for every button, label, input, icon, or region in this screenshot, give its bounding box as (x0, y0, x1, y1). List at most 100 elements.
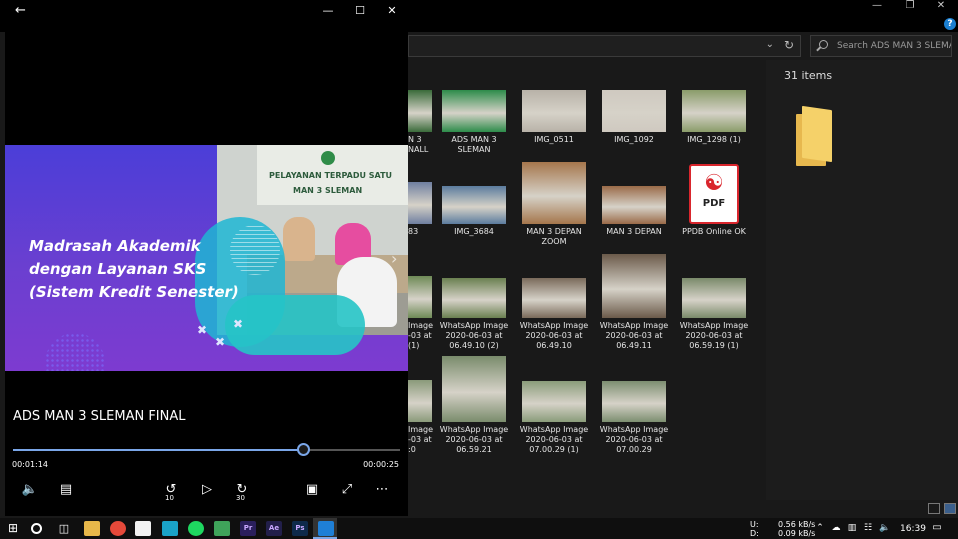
net-up-speed: 0.56 kB/s (778, 520, 816, 529)
video-title: ADS MAN 3 SLEMAN FINAL (13, 409, 186, 424)
more-icon[interactable]: ⋯ (371, 480, 393, 500)
file-thumbnail (522, 278, 586, 318)
file-thumbnail (408, 90, 432, 132)
premiere-icon[interactable]: Pr (240, 521, 256, 536)
maximize-icon[interactable]: ☐ (353, 4, 367, 18)
file-tile[interactable]: IMG_3684 (436, 162, 512, 237)
file-tile[interactable]: MAN 3 DEPAN ZOOM (516, 162, 592, 247)
file-tile[interactable]: WhatsApp Image 2020-06-03 at 07.00.29 (1) (516, 356, 592, 455)
seek-bar[interactable] (13, 443, 400, 456)
emblem-icon (321, 151, 335, 165)
mini-view-icon[interactable]: ▣ (301, 480, 323, 500)
speaker-icon[interactable]: 🔈 (879, 523, 890, 533)
details-view-icon[interactable] (928, 503, 940, 514)
file-thumbnail (522, 90, 586, 132)
help-icon[interactable]: ? (944, 18, 956, 30)
file-tile[interactable]: IMG_0511 (516, 88, 592, 145)
file-thumbnail (602, 186, 666, 224)
start-icon[interactable]: ⊞ (5, 521, 21, 536)
file-tile[interactable]: WhatsApp Image 2020-06-03 at 06.49.10 (2) (436, 254, 512, 351)
movies-tv-icon[interactable] (318, 521, 334, 536)
skip-forward-icon[interactable]: ↻ 30 (231, 480, 253, 502)
file-name: WhatsApp Image 2020-06-03 at 06.49.11 (599, 321, 669, 350)
file-tile[interactable]: 83 (408, 162, 434, 237)
status-bar (408, 500, 958, 518)
file-tile[interactable]: ☯ PDF PPDB Online OK (676, 162, 752, 237)
file-name: WhatsApp Image 2020-06-03 at 06.59.21 (439, 425, 509, 454)
file-thumbnail (442, 186, 506, 224)
file-name: N 3 NALL (408, 135, 429, 154)
spotify-icon[interactable] (188, 521, 204, 536)
file-tile[interactable]: WhatsApp Image 2020-06-03 at 06.49.11 (596, 254, 672, 351)
file-thumbnail (408, 380, 432, 422)
app-icon[interactable] (162, 521, 178, 536)
file-name: Image -03 at:0 (408, 425, 434, 454)
file-thumbnail (602, 254, 666, 318)
item-count: 31 items (784, 69, 833, 82)
net-down-label: D: (750, 529, 759, 538)
chevron-right-icon[interactable]: › (391, 249, 397, 268)
file-tile[interactable]: Image -03 at (1) (408, 254, 434, 351)
file-tile[interactable]: WhatsApp Image 2020-06-03 at 06.59.21 (436, 356, 512, 455)
file-name: IMG_1298 (1) (687, 135, 741, 144)
minimize-icon[interactable]: — (862, 0, 892, 14)
volume-icon[interactable]: 🔈 (19, 480, 41, 500)
preview-pane: 31 items (766, 60, 958, 500)
photoshop-icon[interactable]: Ps (292, 521, 308, 536)
file-tile[interactable]: WhatsApp Image 2020-06-03 at 06.49.10 (516, 254, 592, 351)
address-bar[interactable]: ⌄ ↻ (408, 35, 801, 57)
file-thumbnail (522, 381, 586, 422)
video-frame[interactable]: PELAYANAN TERPADU SATU MAN 3 SLEMAN ✖ ✖ … (5, 145, 408, 371)
file-explorer-icon[interactable] (84, 521, 100, 536)
file-tile[interactable]: IMG_1092 (596, 88, 672, 145)
file-name: WhatsApp Image 2020-06-03 at 07.00.29 (599, 425, 669, 454)
file-tile[interactable]: ADS MAN 3 SLEMAN (436, 88, 512, 155)
pdf-icon: ☯ PDF (689, 164, 739, 224)
file-thumbnail (442, 90, 506, 132)
play-icon[interactable]: ▷ (196, 480, 218, 500)
sign-text: MAN 3 SLEMAN (293, 186, 363, 195)
back-arrow-icon[interactable]: ← (15, 4, 29, 18)
close-icon[interactable]: ✕ (926, 0, 956, 14)
media-icon[interactable] (214, 521, 230, 536)
search-icon (819, 40, 828, 49)
chrome-icon[interactable] (110, 521, 126, 536)
after-effects-icon[interactable]: Ae (266, 521, 282, 536)
desktop: — ❐ ✕ ? ⌄ ↻ Search ADS MAN 3 SLEMAN 31 i… (0, 0, 958, 539)
minimize-icon[interactable]: — (321, 4, 335, 18)
network-icon[interactable]: ▥ (847, 523, 857, 533)
chevron-down-icon[interactable]: ⌄ (766, 39, 774, 50)
file-thumbnail (522, 162, 586, 224)
clock[interactable]: 16:39 (900, 524, 926, 534)
file-name: IMG_1092 (614, 135, 654, 144)
close-icon[interactable]: ✕ (385, 4, 399, 18)
file-tile[interactable]: WhatsApp Image 2020-06-03 at 07.00.29 (596, 356, 672, 455)
task-view-icon[interactable]: ◫ (56, 521, 72, 536)
file-thumbnail (408, 276, 432, 318)
file-tile[interactable]: N 3 NALL (408, 88, 434, 155)
file-tile[interactable]: Image -03 at:0 (408, 356, 434, 455)
file-thumbnail (602, 90, 666, 132)
refresh-icon[interactable]: ↻ (784, 38, 794, 52)
subtitles-icon[interactable]: ▤ (55, 480, 77, 500)
remaining-time: 00:00:25 (363, 460, 399, 469)
large-icons-view-icon[interactable] (944, 503, 956, 514)
pdf-badge: PDF (702, 198, 726, 209)
file-name: WhatsApp Image 2020-06-03 at 06.49.10 (2) (439, 321, 509, 350)
search-placeholder: Search ADS MAN 3 SLEMAN (837, 41, 952, 51)
notification-icon[interactable]: ▭ (932, 523, 942, 533)
search-icon[interactable] (31, 523, 42, 534)
file-tile[interactable]: IMG_1298 (1) (676, 88, 752, 145)
fullscreen-icon[interactable]: ⤢ (336, 480, 358, 500)
file-name: 83 (408, 227, 419, 236)
file-tile[interactable]: MAN 3 DEPAN (596, 162, 672, 237)
skip-back-icon[interactable]: ↺ 10 (160, 480, 182, 502)
restore-icon[interactable]: ❐ (895, 0, 925, 14)
wifi-icon[interactable]: ☷ (863, 523, 873, 533)
seek-handle[interactable] (297, 443, 310, 456)
search-input[interactable]: Search ADS MAN 3 SLEMAN (810, 35, 952, 57)
chevron-up-icon[interactable]: ⌃ (815, 523, 825, 533)
cloud-icon[interactable]: ☁ (831, 523, 841, 533)
store-icon[interactable] (135, 521, 151, 536)
file-tile[interactable]: WhatsApp Image 2020-06-03 at 06.59.19 (1) (676, 254, 752, 351)
